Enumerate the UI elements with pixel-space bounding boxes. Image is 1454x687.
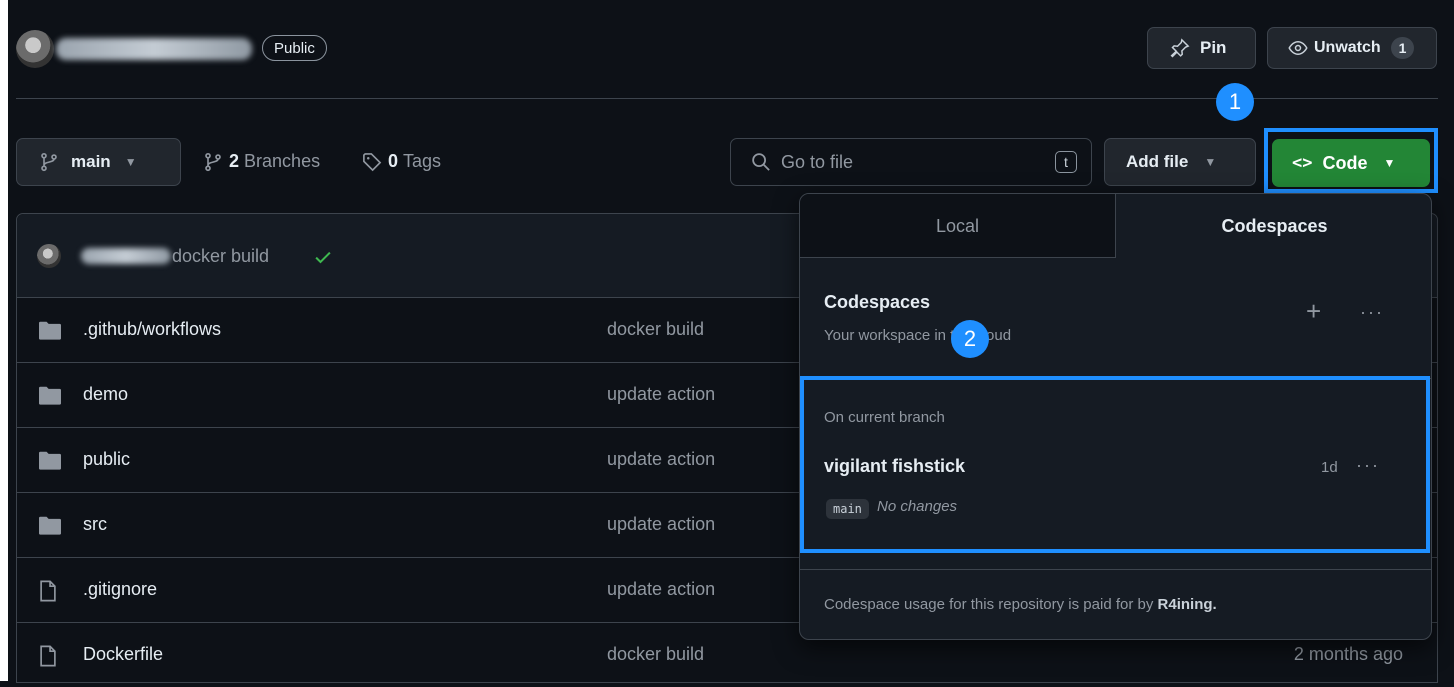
- branch-icon: [41, 152, 57, 172]
- plus-icon: +: [1306, 296, 1322, 326]
- chevron-down-icon: ▼: [1204, 155, 1217, 169]
- step-1-marker: 1: [1216, 83, 1254, 121]
- code-button-highlight: [1264, 128, 1438, 193]
- billing-owner: R4ining.: [1157, 596, 1217, 613]
- branch-name: main: [71, 152, 111, 171]
- repo-name-redacted[interactable]: [56, 38, 252, 60]
- unwatch-label: Unwatch: [1314, 39, 1381, 56]
- file-commit-message[interactable]: docker build: [607, 644, 704, 665]
- file-name[interactable]: Dockerfile: [83, 644, 163, 665]
- search-placeholder: Go to file: [781, 151, 854, 172]
- tab-local[interactable]: Local: [800, 194, 1116, 258]
- tags-label: Tags: [403, 151, 442, 171]
- branches-label: Branches: [244, 151, 321, 171]
- billing-note-text: Codespace usage for this repository is p…: [824, 596, 1158, 613]
- file-name[interactable]: demo: [83, 384, 128, 405]
- visibility-badge: Public: [262, 35, 327, 61]
- add-file-label: Add file: [1126, 152, 1189, 171]
- chevron-down-icon: ▼: [124, 155, 137, 169]
- branch-icon: [205, 152, 221, 171]
- owner-avatar[interactable]: [16, 30, 54, 68]
- file-commit-message[interactable]: update action: [607, 384, 715, 405]
- kebab-horizontal-icon: ···: [1360, 302, 1384, 322]
- file-commit-message[interactable]: docker build: [607, 319, 704, 340]
- tag-icon: [363, 152, 382, 171]
- file-commit-message[interactable]: update action: [607, 514, 715, 535]
- committer-avatar[interactable]: [37, 244, 61, 268]
- file-commit-message[interactable]: update action: [607, 579, 715, 600]
- folder-icon: [39, 451, 61, 470]
- new-codespace-button[interactable]: +: [1306, 298, 1321, 324]
- pin-icon: [1170, 38, 1190, 58]
- folder-icon: [39, 321, 61, 340]
- folder-icon: [39, 386, 61, 405]
- file-name[interactable]: .gitignore: [83, 579, 157, 600]
- commit-message[interactable]: docker build: [172, 246, 269, 267]
- codespaces-more-button[interactable]: ···: [1360, 302, 1384, 323]
- branches-count: 2: [229, 151, 240, 171]
- tab-codespaces[interactable]: Codespaces: [1116, 194, 1431, 258]
- add-file-button[interactable]: Add file ▼: [1104, 138, 1256, 186]
- pin-label: Pin: [1200, 38, 1227, 57]
- branch-selector[interactable]: main ▼: [16, 138, 181, 186]
- unwatch-button[interactable]: Unwatch 1: [1267, 27, 1437, 69]
- pin-button[interactable]: Pin: [1147, 27, 1256, 69]
- keyboard-shortcut-hint: t: [1055, 151, 1077, 173]
- panel-divider: [800, 569, 1431, 570]
- go-to-file-input[interactable]: Go to file t: [730, 138, 1092, 186]
- check-icon[interactable]: [313, 247, 333, 267]
- branches-link[interactable]: 2 Branches: [203, 151, 320, 172]
- folder-icon: [39, 516, 61, 535]
- window-edge: [0, 0, 8, 681]
- codespaces-title: Codespaces: [824, 292, 931, 312]
- file-commit-time: 2 months ago: [1293, 644, 1403, 664]
- eye-icon: [1288, 40, 1308, 56]
- file-icon: [40, 580, 56, 602]
- step-2-marker: 2: [951, 320, 989, 358]
- billing-note: Codespace usage for this repository is p…: [824, 596, 1217, 613]
- file-name[interactable]: .github/workflows: [83, 319, 221, 340]
- search-icon: [752, 153, 770, 171]
- file-name[interactable]: public: [83, 449, 130, 470]
- file-icon: [40, 645, 56, 667]
- current-branch-highlight: [800, 376, 1430, 553]
- file-commit-message[interactable]: update action: [607, 449, 715, 470]
- tags-link[interactable]: 0 Tags: [362, 151, 441, 172]
- committer-name-redacted[interactable]: [81, 248, 171, 264]
- file-name[interactable]: src: [83, 514, 107, 535]
- watch-count-badge: 1: [1390, 37, 1415, 59]
- tags-count: 0: [388, 151, 399, 171]
